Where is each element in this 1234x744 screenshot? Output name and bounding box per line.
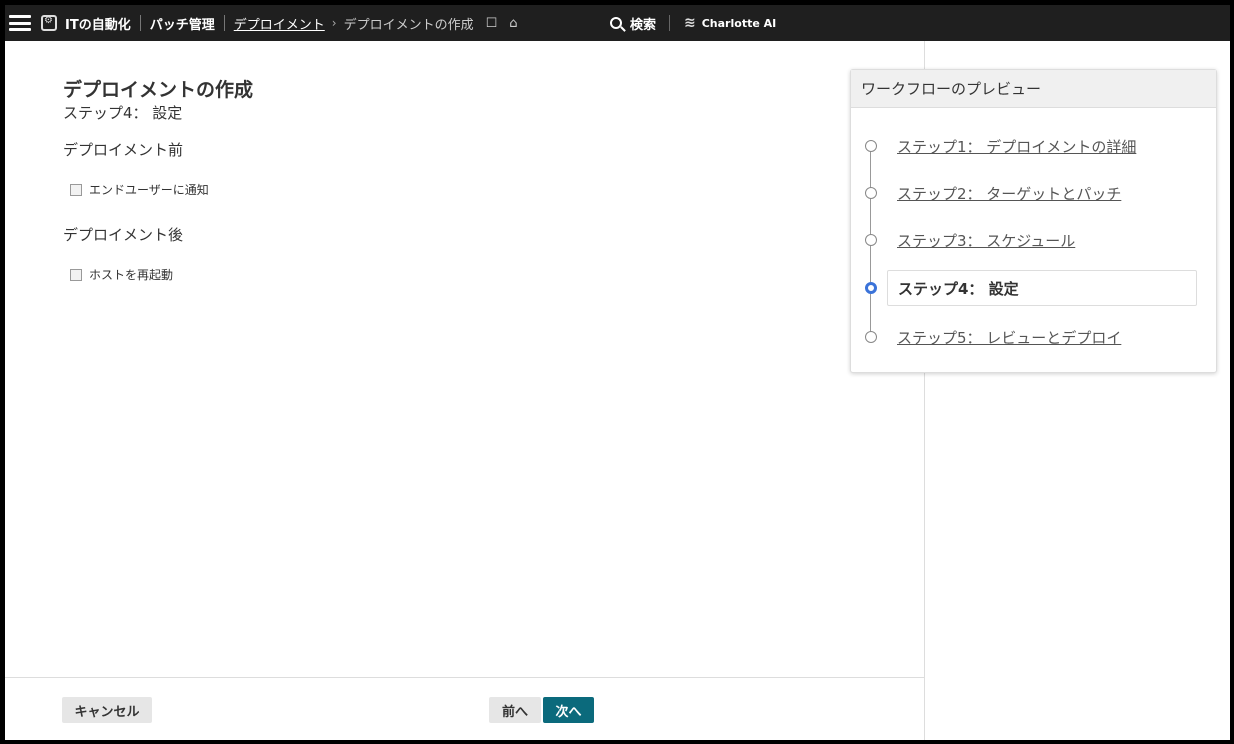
automation-app-icon (41, 15, 57, 31)
pre-deployment-heading: デプロイメント前 (63, 141, 184, 159)
charlotte-ai-label: Charlotte AI (701, 16, 777, 30)
restart-host-option[interactable]: ホストを再起動 (70, 266, 173, 283)
top-bar: ITの自動化 パッチ管理 デプロイメント › デプロイメントの作成 ☐ ⌂ 検索… (5, 5, 1230, 41)
step-circle-icon (865, 187, 877, 199)
notify-end-user-checkbox[interactable] (70, 183, 82, 196)
step-circle-icon (865, 234, 877, 246)
divider (139, 15, 141, 31)
post-deployment-heading: デプロイメント後 (63, 226, 184, 244)
home-icon[interactable]: ⌂ (509, 16, 517, 31)
app-name[interactable]: ITの自動化 (65, 14, 131, 33)
main-panel: デプロイメントの作成 ステップ4： 設定 デプロイメント前 エンドユーザーに通知… (5, 41, 925, 740)
divider (223, 15, 225, 31)
section-name[interactable]: パッチ管理 (150, 14, 215, 33)
next-button[interactable]: 次へ (543, 697, 594, 723)
breadcrumb-deployments-link[interactable]: デプロイメント (234, 14, 325, 33)
page-title: デプロイメントの作成 (63, 79, 254, 101)
workflow-preview-title: ワークフローのプレビュー (851, 70, 1216, 108)
breadcrumb-current: デプロイメントの作成 (343, 17, 474, 33)
restart-host-label: ホストを再起動 (89, 268, 174, 282)
search-button[interactable]: 検索 (610, 5, 656, 41)
ai-layers-icon: ≋ (684, 15, 696, 31)
workflow-step-1-link[interactable]: ステップ1： デプロイメントの詳細 (897, 136, 1136, 157)
workflow-step-4-current: ステップ4： 設定 (851, 270, 1218, 306)
divider (669, 15, 670, 31)
charlotte-ai-button[interactable]: ≋ Charlotte AI (684, 5, 776, 41)
workflow-step-1[interactable]: ステップ1： デプロイメントの詳細 (851, 128, 1218, 164)
previous-button[interactable]: 前へ (489, 697, 541, 723)
search-icon (610, 17, 622, 29)
workflow-step-5-link[interactable]: ステップ5： レビューとデプロイ (897, 327, 1121, 348)
bookmark-icon[interactable]: ☐ (486, 16, 498, 31)
footer-bar: キャンセル 前へ 次へ (5, 677, 925, 740)
step-circle-icon (865, 331, 877, 343)
workflow-step-3-link[interactable]: ステップ3： スケジュール (897, 230, 1075, 251)
notify-end-user-label: エンドユーザーに通知 (89, 183, 209, 197)
search-label: 検索 (630, 17, 657, 33)
workflow-step-2-link[interactable]: ステップ2： ターゲットとパッチ (897, 183, 1121, 204)
step-subtitle: ステップ4： 設定 (63, 104, 183, 122)
chevron-right-icon: › (331, 16, 337, 30)
workflow-step-4-label: ステップ4： 設定 (898, 280, 1019, 298)
notify-end-user-option[interactable]: エンドユーザーに通知 (70, 181, 209, 198)
active-step-circle-icon (865, 282, 877, 294)
hamburger-menu-icon[interactable] (9, 15, 31, 31)
step-circle-icon (865, 140, 877, 152)
workflow-preview-card: ワークフローのプレビュー ステップ1： デプロイメントの詳細 ステップ2： ター… (850, 69, 1217, 373)
app-window: ITの自動化 パッチ管理 デプロイメント › デプロイメントの作成 ☐ ⌂ 検索… (5, 5, 1230, 740)
cancel-button[interactable]: キャンセル (62, 697, 152, 723)
workflow-step-5[interactable]: ステップ5： レビューとデプロイ (851, 319, 1218, 355)
restart-host-checkbox[interactable] (70, 268, 82, 281)
workflow-step-3[interactable]: ステップ3： スケジュール (851, 222, 1218, 258)
workflow-step-2[interactable]: ステップ2： ターゲットとパッチ (851, 175, 1218, 211)
